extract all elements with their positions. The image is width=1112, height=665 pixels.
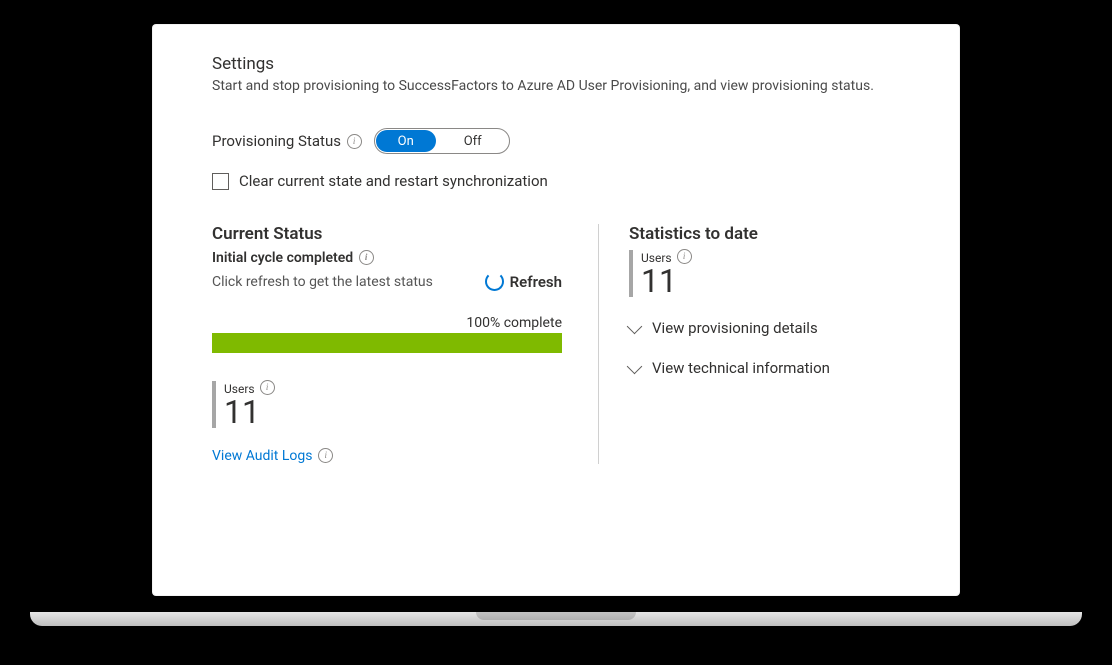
cycle-state: Initial cycle completed <box>212 250 562 266</box>
view-audit-logs-link[interactable]: View Audit Logs <box>212 446 562 464</box>
refresh-hint: Click refresh to get the latest status <box>212 274 433 290</box>
users-count: 11 <box>641 265 692 297</box>
info-icon[interactable] <box>359 250 374 265</box>
progress-label: 100% complete <box>212 315 562 331</box>
provisioning-status-toggle[interactable]: On Off <box>374 128 510 154</box>
info-icon[interactable] <box>260 380 275 395</box>
statistics-heading: Statistics to date <box>629 224 924 244</box>
refresh-button[interactable]: Refresh <box>485 272 562 291</box>
clear-state-label: Clear current state and restart synchron… <box>239 172 548 190</box>
toggle-off[interactable]: Off <box>437 129 509 153</box>
info-icon[interactable] <box>677 249 692 264</box>
page-description: Start and stop provisioning to SuccessFa… <box>212 78 924 94</box>
users-count: 11 <box>224 396 275 428</box>
refresh-icon <box>485 272 504 291</box>
current-status-heading: Current Status <box>212 224 562 244</box>
page-title: Settings <box>212 54 924 74</box>
progress-bar <box>212 333 562 353</box>
info-icon[interactable] <box>318 448 333 463</box>
statistics-panel: Statistics to date Users 11 <box>598 224 924 464</box>
toggle-on[interactable]: On <box>376 130 436 152</box>
chevron-down-icon <box>627 318 643 334</box>
current-status-panel: Current Status Initial cycle completed C… <box>212 224 562 464</box>
users-stat: Users 11 <box>212 381 562 428</box>
provisioning-status-label: Provisioning Status <box>212 132 362 150</box>
chevron-down-icon <box>627 358 643 374</box>
stats-users-stat: Users 11 <box>629 250 924 297</box>
info-icon[interactable] <box>347 134 362 149</box>
settings-screen: Settings Start and stop provisioning to … <box>152 24 960 596</box>
clear-state-checkbox[interactable] <box>212 173 229 190</box>
view-technical-information[interactable]: View technical information <box>629 359 924 377</box>
view-provisioning-details[interactable]: View provisioning details <box>629 319 924 337</box>
